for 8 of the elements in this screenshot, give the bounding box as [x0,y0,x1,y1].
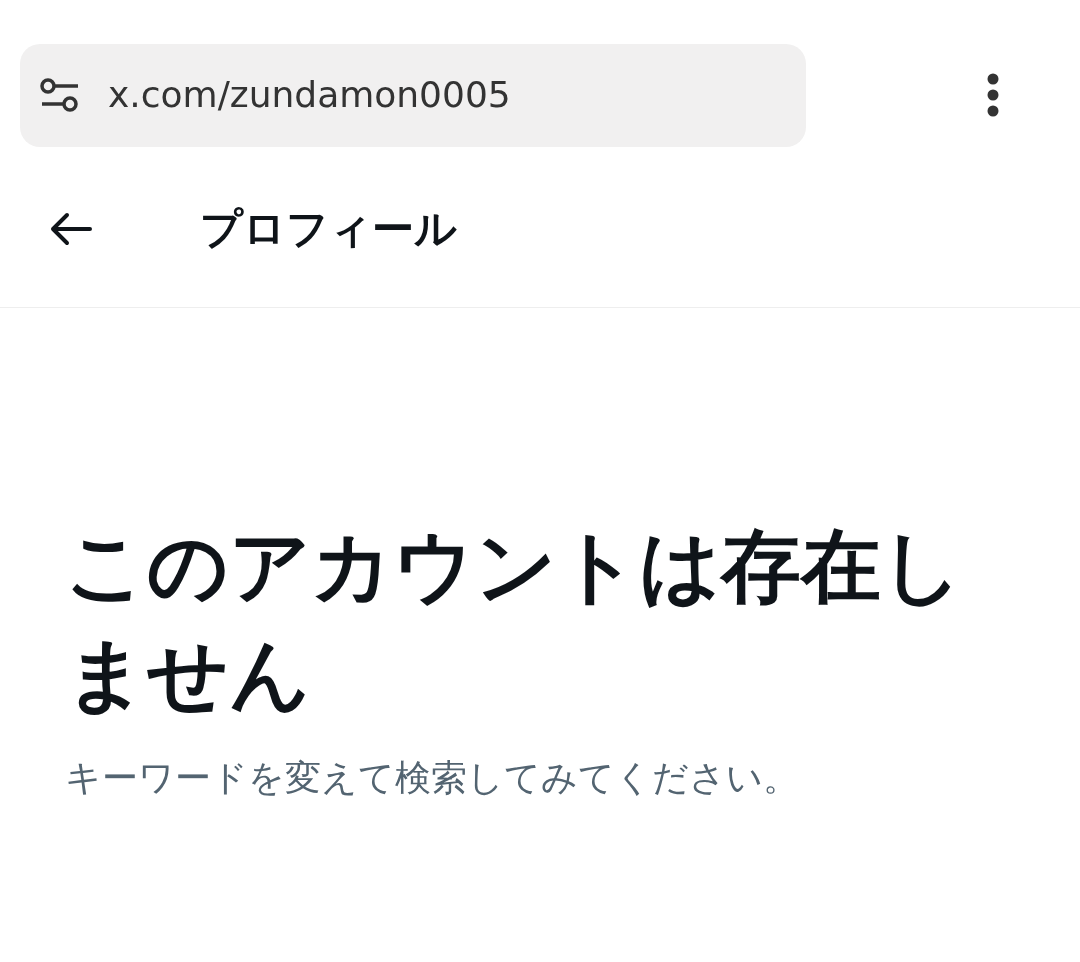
url-text: x.com/zundamon0005 [108,73,511,117]
error-heading: このアカウントは存在しません [65,519,964,723]
error-message: キーワードを変えて検索してみてください。 [65,756,800,800]
address-bar[interactable]: x.com/zundamon0005 [20,43,806,147]
tune-icon[interactable] [40,77,80,113]
page-title: プロフィール [200,203,457,255]
back-icon[interactable] [50,211,92,246]
menu-icon[interactable] [986,73,1000,117]
